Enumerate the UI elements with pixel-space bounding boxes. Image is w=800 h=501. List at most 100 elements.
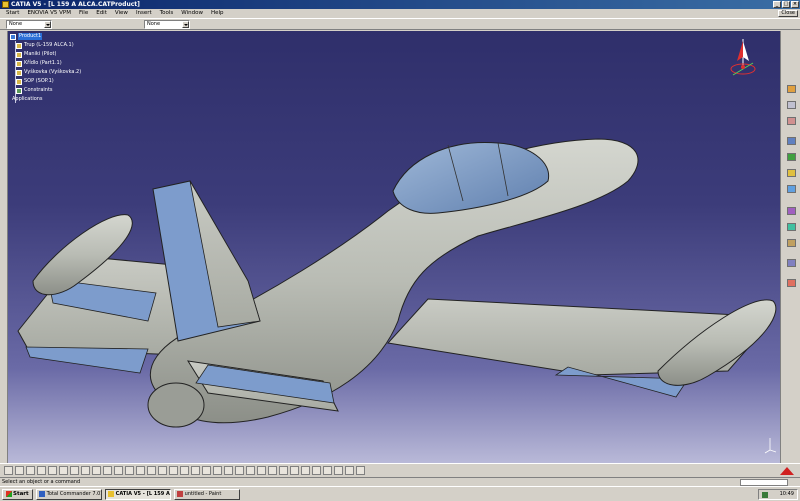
- part-icon: [16, 69, 22, 76]
- measure-toolbar-icon[interactable]: [147, 466, 156, 475]
- layer-combo[interactable]: None: [6, 19, 52, 29]
- tree-item-trup[interactable]: Trup (L-159 ALCA.1): [16, 42, 74, 49]
- open-icon[interactable]: [15, 466, 24, 475]
- taskbar: Start Total Commander 7.01 - ... CATIA V…: [0, 486, 800, 501]
- task-label: Total Commander 7.01 - ...: [46, 490, 101, 497]
- constraint-icon[interactable]: [787, 117, 796, 125]
- task-paint[interactable]: untitled - Paint: [173, 488, 240, 500]
- hide-show-icon[interactable]: [257, 466, 266, 475]
- layer-combo-value: None: [9, 20, 23, 27]
- tree-item-label: Maniki (Pilot): [24, 51, 57, 57]
- tree-item-sop[interactable]: SOP (SOP.1): [16, 78, 54, 85]
- start-button-label: Start: [13, 490, 29, 497]
- catia-app-icon: [2, 1, 9, 8]
- menu-enovia[interactable]: ENOVIA V5 VPM: [23, 9, 75, 18]
- task-label: CATIA V5 - [L 159 A A...: [115, 490, 170, 497]
- tree-item-label: Applications: [12, 96, 43, 102]
- normal-view-icon[interactable]: [224, 466, 233, 475]
- tree-root[interactable]: Product1: [10, 33, 43, 40]
- clash-icon[interactable]: [312, 466, 321, 475]
- bottom-toolbar: [0, 463, 800, 477]
- chevron-down-icon[interactable]: [44, 20, 51, 28]
- paste-icon[interactable]: [70, 466, 79, 475]
- new-icon[interactable]: [4, 466, 13, 475]
- part-icon: [16, 42, 22, 49]
- iso-view-icon[interactable]: [235, 466, 244, 475]
- close-document-button[interactable]: Close: [778, 10, 798, 17]
- zoom-in-icon[interactable]: [202, 466, 211, 475]
- fit-all-icon[interactable]: [169, 466, 178, 475]
- part-body-icon[interactable]: [787, 101, 796, 109]
- start-button[interactable]: Start: [2, 488, 33, 500]
- section-icon[interactable]: [301, 466, 310, 475]
- part-icon: [16, 51, 22, 58]
- menu-file[interactable]: File: [75, 9, 92, 18]
- tree-item-label: Vyškovka (Vyškovka.2): [24, 69, 82, 75]
- render-icon[interactable]: [290, 466, 299, 475]
- insert-component-icon[interactable]: [787, 153, 796, 161]
- undo-icon[interactable]: [81, 466, 90, 475]
- multi-view-icon[interactable]: [279, 466, 288, 475]
- zoom-out-icon[interactable]: [213, 466, 222, 475]
- analysis-icon[interactable]: [345, 466, 354, 475]
- fix-icon[interactable]: [787, 207, 796, 215]
- copy-icon[interactable]: [59, 466, 68, 475]
- chevron-down-icon[interactable]: [182, 20, 189, 28]
- measure-icon[interactable]: [787, 279, 796, 287]
- move-icon[interactable]: [787, 169, 796, 177]
- task-total-commander[interactable]: Total Commander 7.01 - ...: [35, 488, 102, 500]
- menu-insert[interactable]: Insert: [132, 9, 156, 18]
- menu-help[interactable]: Help: [207, 9, 228, 18]
- menu-start[interactable]: Start: [2, 9, 23, 18]
- tree-item-constraints[interactable]: Constraints: [16, 87, 53, 94]
- tray-icon[interactable]: [762, 492, 768, 498]
- minimize-button[interactable]: _: [773, 1, 781, 8]
- settings-icon[interactable]: [356, 466, 365, 475]
- formula-icon[interactable]: [114, 466, 123, 475]
- swap-space-icon[interactable]: [268, 466, 277, 475]
- tree-item-maniki[interactable]: Maniki (Pilot): [16, 51, 56, 58]
- product-structure-icon[interactable]: [787, 137, 796, 145]
- window-title-bar: CATIA V5 - [L 159 A ALCA.CATProduct] _ □…: [0, 0, 800, 9]
- 3d-viewport[interactable]: Product1 Trup (L-159 ALCA.1) Maniki (Pil…: [8, 31, 780, 463]
- snap-icon[interactable]: [787, 185, 796, 193]
- save-icon[interactable]: [26, 466, 35, 475]
- update-icon[interactable]: [787, 259, 796, 267]
- pan-icon[interactable]: [180, 466, 189, 475]
- knowledge-icon[interactable]: [125, 466, 134, 475]
- tree-item-label: Constraints: [24, 87, 53, 93]
- menu-window[interactable]: Window: [177, 9, 207, 18]
- task-catia[interactable]: CATIA V5 - [L 159 A A...: [104, 488, 171, 500]
- menu-bar: Start ENOVIA V5 VPM File Edit View Inser…: [0, 9, 800, 18]
- clock: 10:49: [779, 491, 794, 497]
- total-commander-icon: [38, 491, 45, 497]
- tree-item-vyskovka[interactable]: Vyškovka (Vyškovka.2): [16, 69, 81, 76]
- filter-combo-value: None: [147, 20, 161, 27]
- menu-edit[interactable]: Edit: [92, 9, 111, 18]
- aircraft-model[interactable]: [8, 31, 780, 463]
- sketch-icon[interactable]: [787, 85, 796, 93]
- tree-item-kridlo[interactable]: Křídlo (Part1.1): [16, 60, 62, 67]
- menu-view[interactable]: View: [111, 9, 132, 18]
- shading-icon[interactable]: [246, 466, 255, 475]
- command-input[interactable]: [740, 479, 788, 486]
- offset-icon[interactable]: [787, 223, 796, 231]
- menu-tools[interactable]: Tools: [156, 9, 178, 18]
- rotate-icon[interactable]: [191, 466, 200, 475]
- tree-root-label: Product1: [18, 33, 43, 40]
- print-icon[interactable]: [37, 466, 46, 475]
- catalog-icon[interactable]: [136, 466, 145, 475]
- filter-combo[interactable]: None: [144, 19, 190, 29]
- help-icon[interactable]: [103, 466, 112, 475]
- constraints-icon: [16, 87, 22, 94]
- compass-toggle-icon[interactable]: [323, 466, 332, 475]
- close-window-button[interactable]: ×: [791, 1, 799, 8]
- compass-icon[interactable]: [723, 37, 763, 83]
- cut-icon[interactable]: [48, 466, 57, 475]
- grid-icon[interactable]: [334, 466, 343, 475]
- maximize-button[interactable]: □: [782, 1, 790, 8]
- angle-icon[interactable]: [787, 239, 796, 247]
- fly-icon[interactable]: [158, 466, 167, 475]
- tree-item-applications[interactable]: Applications: [12, 96, 43, 103]
- redo-icon[interactable]: [92, 466, 101, 475]
